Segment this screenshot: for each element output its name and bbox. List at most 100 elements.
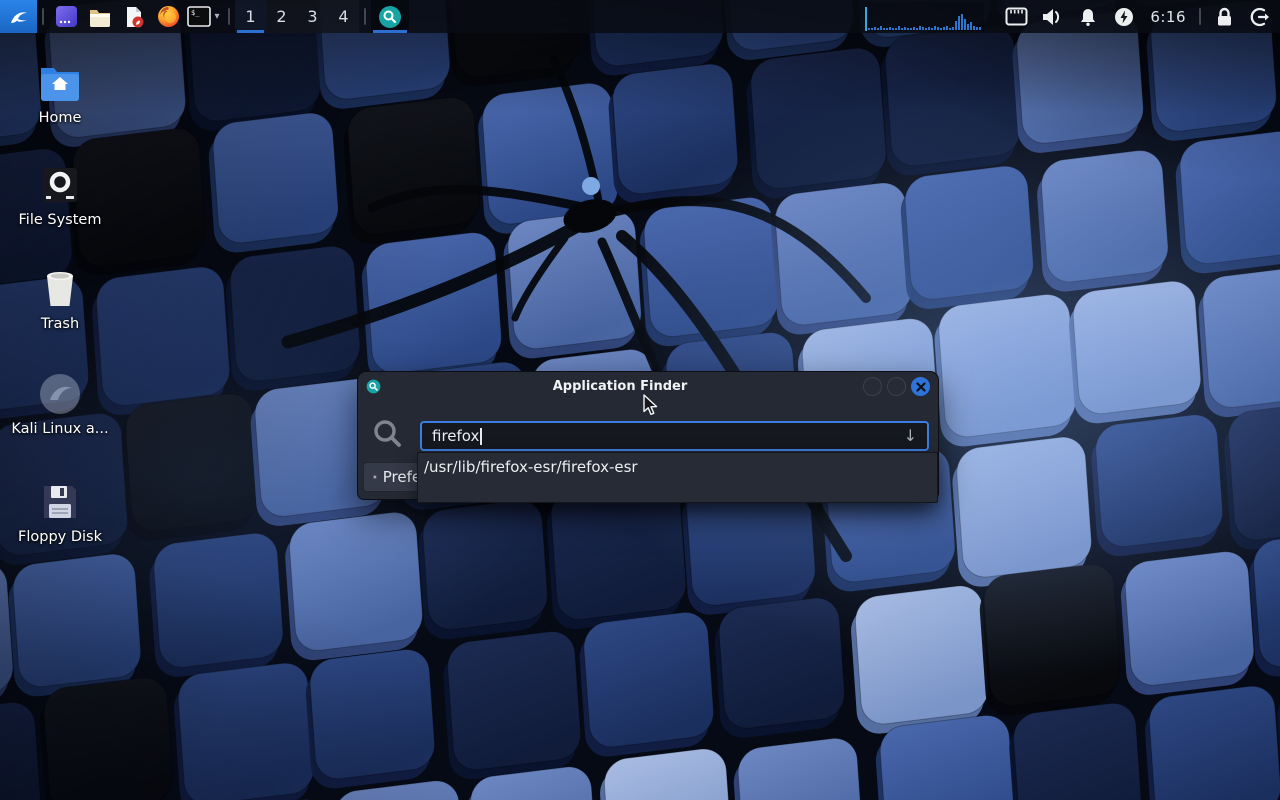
desktop-icon-trash[interactable]: Trash — [8, 266, 112, 332]
launcher-firefox[interactable] — [151, 0, 185, 33]
active-underline — [237, 30, 264, 33]
cpu-history-bar — [910, 28, 912, 30]
lock-screen-button[interactable] — [1206, 0, 1242, 33]
lock-icon — [1215, 7, 1234, 27]
cpu-history-bar — [892, 28, 894, 30]
dropdown-arrow-icon[interactable]: ↓ — [904, 428, 917, 444]
workspace-switcher: 1234 — [235, 0, 359, 33]
cpu-history-bar — [949, 28, 951, 30]
document-edit-icon — [122, 5, 146, 29]
power-manager-tray-button[interactable] — [1106, 0, 1142, 33]
cpu-history-bar — [979, 27, 981, 30]
desktop-icon-home[interactable]: Home — [8, 60, 112, 126]
home-folder-icon — [8, 60, 112, 106]
desktop-icon-label: Home — [8, 110, 112, 126]
search-input-value: firefox — [432, 427, 479, 445]
launcher-terminal[interactable]: $_ — [185, 0, 213, 33]
search-icon — [378, 5, 402, 29]
cpu-history-bar — [937, 27, 939, 30]
cpu-history-bar — [925, 28, 927, 30]
cpu-graph[interactable] — [865, 2, 984, 31]
cpu-history-bar — [940, 28, 942, 30]
mouse-cursor — [641, 394, 661, 416]
cpu-history-bar — [931, 28, 933, 30]
cpu-history-bar — [919, 26, 921, 30]
search-input[interactable]: firefox ↓ — [420, 421, 929, 451]
desktop-icon-label: Trash — [8, 316, 112, 332]
logout-icon — [1250, 7, 1271, 27]
kali-desktop: Home File System Trash Kali Linux a... Flopp… — [0, 0, 1280, 800]
terminal-dropdown-chevron[interactable]: ▾ — [211, 0, 223, 33]
workspace-button-3[interactable]: 3 — [297, 0, 328, 33]
cpu-history-bar — [874, 27, 876, 30]
gear-icon — [373, 469, 377, 485]
cpu-history-bar — [898, 26, 900, 30]
workspace-button-1[interactable]: 1 — [235, 0, 266, 33]
window-title: Application Finder — [358, 379, 882, 394]
cpu-history-bar — [943, 27, 945, 30]
panel-separator — [42, 8, 44, 25]
maximize-button[interactable] — [887, 377, 906, 396]
clock[interactable]: 6:16 — [1142, 8, 1194, 26]
close-button[interactable] — [911, 377, 930, 396]
svg-text:$_: $_ — [191, 9, 200, 17]
cpu-history-bar — [976, 27, 978, 30]
top-panel: $_ ▾ 1234 — [0, 0, 1280, 33]
launcher-text-editor[interactable] — [117, 0, 151, 33]
cpu-history-bar — [928, 27, 930, 30]
kali-ghost-icon — [8, 371, 112, 417]
kali-dragon-icon — [7, 5, 31, 29]
cpu-history-bar — [871, 28, 873, 30]
completion-popup: /usr/lib/firefox-esr/firefox-esr — [417, 452, 938, 503]
cpu-history-bar — [934, 26, 936, 30]
cpu-history-bar — [868, 28, 870, 30]
desktop-icon-floppy-disk[interactable]: Floppy Disk — [8, 479, 112, 545]
network-tray-button[interactable] — [998, 0, 1034, 33]
launcher-show-desktop[interactable] — [49, 0, 83, 33]
floppy-icon — [8, 479, 112, 525]
cpu-history-bar — [967, 24, 969, 30]
launcher-file-manager[interactable] — [83, 0, 117, 33]
network-icon — [1005, 7, 1028, 26]
cpu-history-bar — [970, 22, 972, 30]
cpu-history-bar — [904, 27, 906, 30]
notifications-tray-button[interactable] — [1070, 0, 1106, 33]
desktop-icon-file-system[interactable]: File System — [8, 162, 112, 228]
cpu-current-bar — [865, 7, 867, 31]
cpu-history-bar — [973, 26, 975, 30]
cpu-history-bar — [916, 28, 918, 30]
desktop-icon-label: Kali Linux a... — [8, 421, 112, 437]
panel-separator — [1199, 8, 1201, 25]
completion-item[interactable]: /usr/lib/firefox-esr/firefox-esr — [418, 453, 937, 481]
text-caret — [480, 428, 482, 445]
volume-icon — [1041, 7, 1063, 27]
desktop-icon-label: File System — [8, 212, 112, 228]
volume-tray-button[interactable] — [1034, 0, 1070, 33]
terminal-icon: $_ — [187, 6, 211, 27]
cpu-history-bar — [895, 28, 897, 30]
minimize-button[interactable] — [863, 377, 882, 396]
cpu-history-bar — [946, 26, 948, 30]
cpu-history-bar — [907, 28, 909, 30]
cpu-history-bar — [958, 16, 960, 30]
appfinder-panel-button[interactable] — [371, 0, 409, 33]
power-icon — [1114, 7, 1134, 27]
cpu-history-bar — [901, 28, 903, 30]
firefox-icon — [157, 5, 180, 28]
cpu-history-bar — [886, 28, 888, 30]
cpu-history-bar — [883, 28, 885, 30]
workspace-button-4[interactable]: 4 — [328, 0, 359, 33]
cpu-history-bar — [877, 28, 879, 30]
logout-button[interactable] — [1242, 0, 1278, 33]
desktop-icon-kali-linux-a[interactable]: Kali Linux a... — [8, 371, 112, 437]
workspace-button-2[interactable]: 2 — [266, 0, 297, 33]
close-icon — [916, 382, 926, 392]
cpu-history-bar — [961, 14, 963, 30]
applications-menu-button[interactable] — [0, 0, 37, 33]
cpu-history-bar — [952, 27, 954, 30]
trash-icon — [8, 266, 112, 312]
active-underline — [373, 30, 407, 33]
panel-separator — [228, 8, 230, 25]
cpu-history-bar — [889, 27, 891, 30]
cpu-history-bar — [922, 27, 924, 30]
